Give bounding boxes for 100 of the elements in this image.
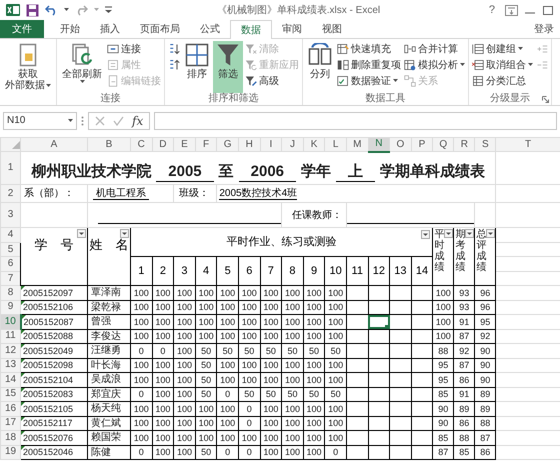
filter-dropdown-button[interactable] (444, 229, 453, 238)
ribbon-button[interactable]: 数据验证 (336, 73, 402, 89)
customize-icon[interactable] (105, 6, 112, 14)
ribbon-tab[interactable]: 页面布局 (130, 20, 190, 38)
selected-cell[interactable] (368, 314, 390, 329)
column-header[interactable]: J (282, 138, 304, 152)
column-header[interactable]: A (20, 138, 88, 152)
ribbon-tab[interactable]: 开始 (50, 20, 90, 38)
corner-marker-icon (22, 416, 25, 420)
column-header[interactable]: G (216, 138, 238, 152)
row-header[interactable]: 19 (0, 445, 20, 460)
table-cell: 100 (220, 404, 236, 414)
filter-dropdown-button[interactable] (465, 229, 474, 238)
ribbon-button[interactable]: 创建组 (471, 41, 534, 57)
ribbon-button[interactable]: 筛选 (213, 41, 243, 93)
table-cell: 100 (176, 432, 192, 443)
table-icon (472, 75, 484, 87)
ribbon-button[interactable]: 合并计算 (403, 41, 466, 57)
ribbon-button[interactable]: 获取 外部数据 (2, 41, 54, 93)
ribbon-button[interactable]: 高级 (244, 73, 300, 89)
maximize-icon[interactable] (542, 4, 554, 16)
row-header[interactable]: 11 (0, 329, 20, 344)
row-header[interactable]: 15 (0, 387, 20, 402)
column-header[interactable]: B (88, 138, 130, 152)
row-header[interactable]: 1 (0, 152, 20, 184)
column-header[interactable]: O (390, 138, 412, 152)
ribbon-button[interactable]: 分列 (305, 41, 335, 93)
column-header[interactable]: C (130, 138, 152, 152)
undo-icon[interactable] (45, 4, 58, 16)
row-header[interactable]: 10 (0, 314, 20, 329)
ribbon-button[interactable]: 取消组合 (471, 57, 534, 73)
column-header[interactable]: N (368, 138, 390, 152)
column-header[interactable]: Q (432, 138, 454, 152)
ribbon-tab[interactable]: 公式 (190, 20, 230, 38)
filter-dropdown-button[interactable] (421, 230, 430, 239)
column-header[interactable]: D (152, 138, 174, 152)
ribbon-button[interactable]: 删除重复项 (336, 57, 402, 73)
row-header[interactable]: 7 (0, 272, 20, 286)
ribbon-tab[interactable]: 审阅 (272, 20, 312, 38)
column-header[interactable]: H (238, 138, 260, 152)
column-header[interactable]: M (346, 138, 368, 152)
insert-function-button[interactable]: fx (132, 112, 144, 130)
column-header[interactable]: E (174, 138, 196, 152)
ribbon-button[interactable]: 全部刷新 (59, 41, 105, 93)
table-cell: 覃泽南 (91, 287, 121, 298)
table-cell: 0 (246, 447, 252, 458)
column-header[interactable]: S (474, 138, 496, 152)
table-cell: 杨天纯 (91, 403, 121, 414)
spreadsheet-logo-icon[interactable] (6, 3, 20, 17)
ribbon-tab[interactable]: 插入 (90, 20, 130, 38)
ribbon-tab[interactable]: 数据 (230, 20, 272, 39)
dialog-launcher-icon[interactable] (542, 96, 549, 103)
column-header[interactable]: T (496, 138, 560, 152)
row-header[interactable]: 4 (0, 228, 20, 242)
ribbon-button[interactable]: 排序 (182, 41, 212, 93)
filter-dropdown-button[interactable] (486, 229, 495, 238)
row-header[interactable]: 13 (0, 358, 20, 372)
checklist-icon (337, 75, 349, 87)
name-box[interactable]: N10 (3, 112, 77, 130)
help-button[interactable]: ? (484, 2, 499, 18)
ribbon-display-icon[interactable] (505, 4, 518, 16)
ribbon-button[interactable]: 快速填充 (336, 41, 402, 57)
row-header[interactable]: 3 (0, 202, 20, 228)
row-header[interactable]: 17 (0, 416, 20, 430)
row-header[interactable]: 14 (0, 372, 20, 387)
column-header[interactable]: R (454, 138, 475, 152)
table-cell: 100 (242, 288, 257, 298)
table-cell: 叶长海 (91, 360, 121, 371)
column-header[interactable]: L (324, 138, 346, 152)
column-header[interactable]: K (303, 138, 325, 152)
filter-dropdown-button[interactable] (77, 229, 86, 238)
row-header[interactable]: 9 (0, 300, 20, 314)
table-cell: 95 (438, 374, 448, 385)
table-cell: 100 (284, 302, 300, 312)
ribbon-tab[interactable]: 文件 (0, 20, 44, 38)
sign-in-link[interactable]: 登录 (528, 20, 560, 38)
row-header[interactable]: 5 (0, 242, 20, 256)
row-header[interactable]: 8 (0, 286, 20, 300)
table-cell: 李俊达 (91, 330, 121, 342)
ribbon-tab[interactable]: 视图 (312, 20, 352, 38)
row-header[interactable]: 6 (0, 256, 20, 272)
table-cell: 2005152104 (23, 374, 74, 385)
formula-input-field[interactable] (154, 112, 557, 130)
save-icon[interactable] (26, 4, 39, 16)
table-cell: 88 (459, 432, 470, 443)
ribbon-button[interactable]: 分类汇总 (471, 73, 534, 89)
table-cell: 100 (155, 418, 170, 428)
filter-dropdown-button[interactable] (120, 229, 129, 238)
table-cell: 100 (176, 389, 192, 400)
column-heading: 平时成绩 (434, 229, 444, 273)
ribbon-button[interactable]: 模拟分析 (403, 57, 466, 73)
row-header[interactable]: 2 (0, 184, 20, 202)
column-header[interactable]: F (195, 138, 217, 152)
table-cell: 100 (134, 418, 149, 428)
row-header[interactable]: 18 (0, 430, 20, 445)
row-header[interactable]: 16 (0, 402, 20, 416)
column-header[interactable]: P (411, 138, 433, 152)
row-header[interactable]: 12 (0, 344, 20, 358)
ribbon-button[interactable]: 连接 (106, 41, 162, 57)
column-header[interactable]: I (260, 138, 282, 152)
